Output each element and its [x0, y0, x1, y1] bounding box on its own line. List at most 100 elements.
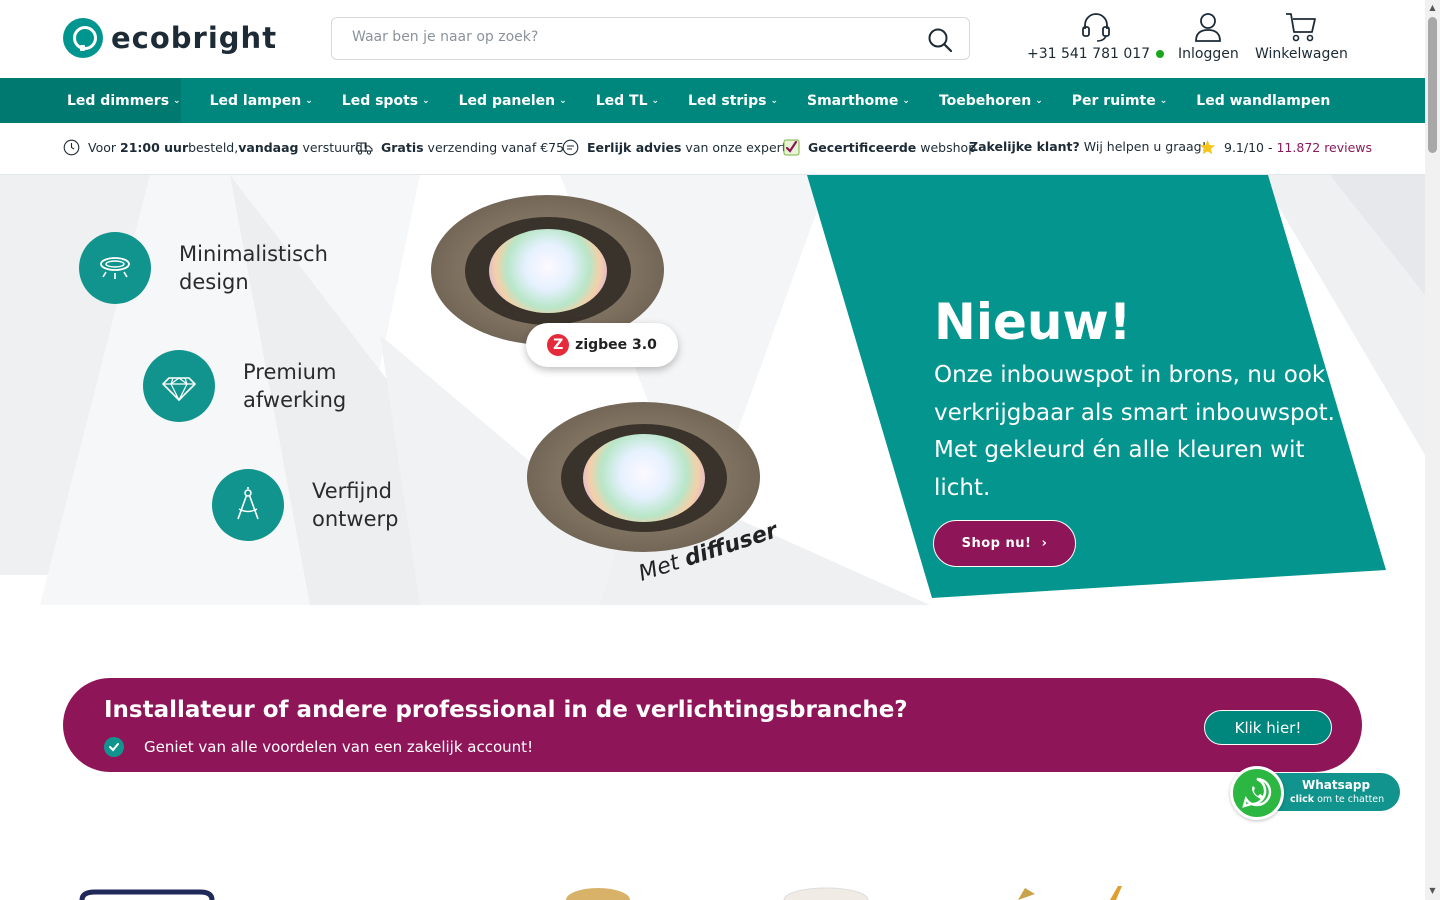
shop-now-label: Shop nu!: [961, 536, 1032, 551]
review-score: 9.1/10 -: [1224, 140, 1273, 155]
cart-icon: [1286, 13, 1317, 42]
logo-text: ecobright: [111, 21, 278, 55]
scroll-down-icon[interactable]: ▼: [1428, 886, 1437, 895]
chevron-down-icon: ⌄: [559, 95, 567, 106]
usp-free-shipping: Gratis verzending vanaf €75: [356, 139, 564, 156]
nav-item-led-spots[interactable]: Led spots ⌄: [313, 78, 430, 123]
nav-label: Per ruimte: [1071, 92, 1156, 109]
star-icon: [1200, 140, 1215, 155]
clock-icon: [63, 139, 80, 156]
nav-item-per-ruimte[interactable]: Per ruimte ⌄: [1043, 78, 1168, 123]
usp-text: verzending vanaf €75: [427, 140, 565, 155]
nav-label: Led wandlampen: [1196, 92, 1331, 109]
nav-item-smarthome[interactable]: Smarthome ⌄: [778, 78, 910, 123]
phone-contact[interactable]: +31 541 781 017: [1027, 10, 1165, 62]
feature-line: afwerking: [243, 388, 347, 412]
user-icon: [1195, 13, 1222, 42]
zigbee-logo-icon: Z: [547, 334, 570, 356]
feature-minimalistisch: Minimalistisch design: [79, 232, 379, 304]
nav-item-led-wandlampen[interactable]: Led wandlampen: [1167, 78, 1330, 123]
feature-line: design: [179, 270, 249, 294]
chevron-down-icon: ⌄: [1159, 95, 1168, 106]
nav-label: Led TL: [595, 92, 648, 109]
nav-label: Led dimmers: [67, 92, 170, 109]
logo-bulb-icon: [63, 18, 103, 58]
nav-item-led-dimmers[interactable]: Led dimmers ⌄: [0, 78, 181, 123]
usp-bold: Zakelijke klant?: [969, 139, 1080, 154]
search-box: [331, 17, 970, 60]
login-button[interactable]: Inloggen: [1178, 10, 1239, 62]
shop-now-button[interactable]: Shop nu! ›: [933, 520, 1076, 567]
nav-label: Led spots: [341, 92, 419, 109]
usp-text: webshop: [920, 140, 977, 155]
feature-line: ontwerp: [312, 507, 399, 531]
chevron-down-icon: ⌄: [305, 95, 313, 106]
nav-label: Led lampen: [209, 92, 302, 109]
usp-bold: Eerlijk advies: [587, 140, 682, 155]
usp-text: Voor: [88, 140, 117, 155]
feature-line: Verfijnd: [312, 479, 392, 503]
usp-bold: Gecertificeerde: [808, 140, 917, 155]
usp-business[interactable]: Zakelijke klant? Wij helpen u graag!: [969, 139, 1207, 154]
nav-item-toebehoren[interactable]: Toebehoren ⌄: [910, 78, 1043, 123]
feature-text: Minimalistisch design: [179, 240, 379, 296]
diamond-icon: [143, 350, 215, 422]
usp-certified: Gecertificeerde webshop: [783, 139, 976, 156]
product-categories-preview: [79, 886, 1122, 900]
usp-advice: Eerlijk advies van onze experts: [562, 139, 793, 156]
logo[interactable]: ecobright: [63, 18, 277, 58]
truck-icon: [356, 142, 373, 155]
usp-reviews[interactable]: 9.1/10 -11.872 reviews: [1199, 139, 1372, 156]
search-input[interactable]: [352, 29, 912, 45]
whatsapp-chat-button[interactable]: Whatsapp click om te chatten: [1230, 766, 1402, 822]
hero-banner[interactable]: Minimalistisch design Premium afwerking Ve…: [0, 175, 1425, 605]
chevron-down-icon: ⌄: [651, 95, 660, 106]
chevron-right-icon: ›: [1041, 536, 1048, 551]
cart-button[interactable]: Winkelwagen: [1255, 10, 1348, 62]
reviews-link[interactable]: 11.872 reviews: [1276, 140, 1372, 155]
click-here-button[interactable]: Klik hier!: [1204, 710, 1332, 745]
nav-item-led-tl[interactable]: Led TL ⌄: [567, 78, 659, 123]
check-icon: [104, 737, 124, 757]
main-navigation: Led dimmers ⌄ Led lampen ⌄ Led spots ⌄ Led …: [0, 78, 1425, 123]
page-scrollbar[interactable]: ▲ ▼: [1425, 0, 1440, 900]
chat-icon: [562, 139, 579, 156]
hero-title: Nieuw!: [934, 293, 1132, 351]
feature-text: Verfijnd ontwerp: [312, 477, 512, 533]
scrollbar-thumb[interactable]: [1428, 17, 1437, 153]
zigbee-label: zigbee 3.0: [575, 337, 657, 353]
chevron-down-icon: ⌄: [770, 95, 778, 106]
usp-text: Wij helpen u graag!: [1083, 139, 1207, 154]
search-icon[interactable]: [927, 27, 953, 53]
chevron-down-icon: ⌄: [1035, 95, 1043, 106]
usp-bar: Voor 21:00 uur besteld, vandaag verstuur…: [0, 123, 1425, 175]
professional-title: Installateur of andere professional in d…: [104, 697, 908, 723]
chevron-down-icon: ⌄: [173, 95, 181, 106]
usp-bold: 21:00 uur: [120, 140, 189, 155]
benefit-text: Geniet van alle voordelen van een zakeli…: [144, 738, 534, 756]
compass-tool-icon: [212, 469, 284, 541]
feature-text: Premium afwerking: [243, 358, 443, 414]
site-header: ecobright +31 541 781 017 Inloggen Win: [0, 0, 1425, 78]
nav-item-led-lampen[interactable]: Led lampen ⌄: [181, 78, 313, 123]
nav-item-led-panelen[interactable]: Led panelen ⌄: [430, 78, 567, 123]
scroll-up-icon[interactable]: ▲: [1428, 3, 1437, 12]
certified-check-icon: [783, 139, 800, 156]
product-image-spot-bottom: [527, 402, 760, 552]
chevron-down-icon: ⌄: [902, 95, 910, 106]
cart-label: Winkelwagen: [1255, 46, 1348, 62]
login-label: Inloggen: [1178, 46, 1239, 62]
zigbee-badge: Zzigbee 3.0: [526, 323, 678, 367]
whatsapp-icon: [1230, 766, 1284, 820]
professional-benefit: Geniet van alle voordelen van een zakeli…: [104, 737, 533, 757]
usp-bold: Gratis: [381, 140, 424, 155]
usp-text: besteld,: [188, 140, 239, 155]
whatsapp-title: Whatsapp: [1302, 778, 1371, 792]
headset-icon: [1081, 13, 1110, 42]
feature-verfijnd: Verfijnd ontwerp: [212, 469, 512, 541]
usp-delivery-time: Voor 21:00 uur besteld, vandaag verstuur…: [63, 139, 368, 156]
nav-label: Toebehoren: [938, 92, 1032, 109]
feature-line: Premium: [243, 360, 337, 384]
nav-item-led-strips[interactable]: Led strips ⌄: [659, 78, 778, 123]
nav-label: Led strips: [688, 92, 767, 109]
